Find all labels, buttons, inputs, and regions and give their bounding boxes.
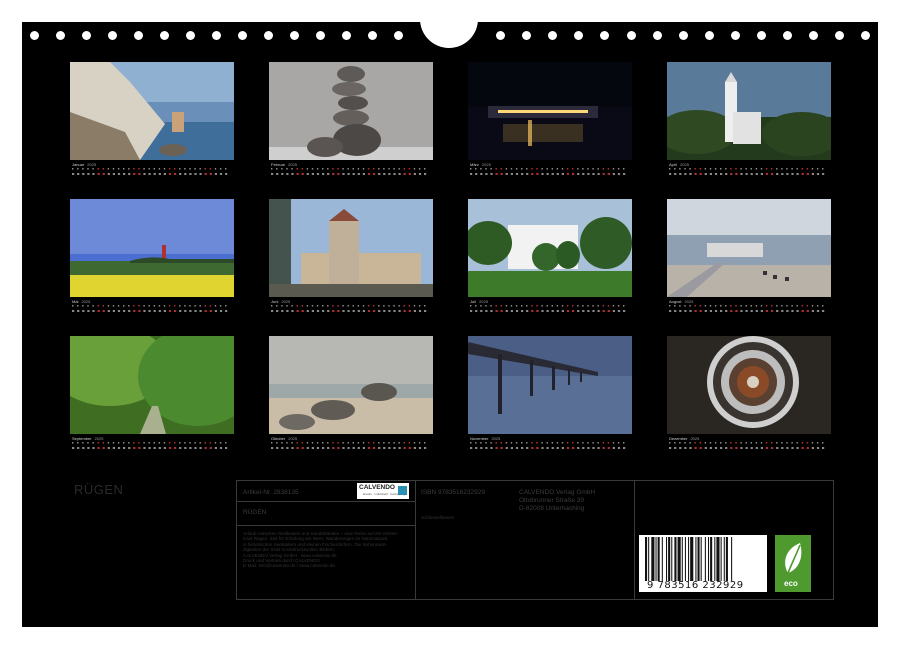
binding-hole [757,31,766,40]
month-panel: Oktober 2025 [269,336,433,454]
binding-hole [186,31,195,40]
binding-hole [704,31,714,40]
month-label: Oktober 2025 [271,436,298,441]
day-strip [470,305,632,315]
month-label: August 2025 [669,299,694,304]
binding-hole [342,31,351,40]
day-strip [669,305,831,315]
white-villa-photo [468,199,632,297]
isbn-barcode: 9 783516 232929 [639,535,767,592]
binding-hole [368,31,377,40]
binding-hole [652,31,662,40]
pier-beach-photo [667,199,831,297]
month-panel: November 2025 [468,336,632,454]
description-text: Urlaub zwischen Steilküsten und Sandsträ… [243,531,399,569]
day-strip [271,168,433,178]
binding-hole [600,31,610,40]
hanger-notch [420,14,478,48]
month-panel: Juli 2025 [468,199,632,317]
day-strip [470,168,632,178]
binding-hole [574,31,584,40]
chalk-cliffs-photo [70,62,234,160]
binding-hole [678,31,688,40]
month-label: November 2025 [470,436,501,441]
green-alley-photo [70,336,234,434]
calendar-title: RÜGEN [74,482,124,497]
binding-hole [626,31,636,40]
eco-leaf-icon: eco [775,535,811,592]
month-label: Januar 2025 [72,162,97,167]
binding-hole [809,31,819,40]
binding-hole [783,31,793,40]
month-label: April 2025 [669,162,689,167]
binding-hole [316,31,325,40]
hotel-building-photo [269,199,433,297]
month-label: Juli 2025 [470,299,488,304]
publisher-address: CALVENDO Verlag GmbH Ottobrunner Straße 3… [519,489,596,512]
day-strip [271,442,433,452]
binding-hole [82,31,91,40]
month-panel: Februar 2025 [269,62,433,180]
binding-hole [730,31,740,40]
day-strip [72,442,234,452]
rapeseed-field-photo [70,199,234,297]
month-panel: März 2025 [468,62,632,180]
binding-hole [835,31,845,40]
day-strip [470,442,632,452]
binding-hole [108,31,117,40]
binding-hole [522,31,532,40]
day-strip [72,168,234,178]
month-panel: April 2025 [667,62,831,180]
white-castle-photo [667,62,831,160]
month-label: Juni 2025 [271,299,291,304]
binding-hole [238,31,247,40]
day-strip [271,305,433,315]
binding-hole [212,31,221,40]
binding-hole [264,31,273,40]
foggy-beach-photo [269,336,433,434]
long-pier-photo [468,336,632,434]
month-panel: Mai 2025 [70,199,234,317]
day-strip [72,305,234,315]
day-strip [669,168,831,178]
month-panel: August 2025 [667,199,831,317]
calendar-back-cover: Januar 2025 Februar 2025 März 2025 April 2025 Ma… [22,14,878,627]
info-title: RÜGEN [243,509,267,516]
stone-stack-photo [269,62,433,160]
binding-hole [134,31,143,40]
month-label: März 2025 [470,162,491,167]
tag-label: Schlüsselfassen [421,515,455,520]
binding-hole [548,31,558,40]
calvendo-logo: CALVENDO kreativ · individuell · hochwer… [357,483,409,499]
isbn: ISBN 9783516232929 [421,489,485,496]
binding-hole [394,31,403,40]
day-strip [669,442,831,452]
binding-hole [496,31,505,40]
month-label: Mai 2025 [72,299,91,304]
spiral-staircase-photo [667,336,831,434]
binding-hole [30,31,39,40]
product-info-box: Artikel-Nr. 2838135 CALVENDO kreativ · i… [236,480,834,600]
month-label: Dezember 2025 [669,436,700,441]
night-harbor-photo [468,62,632,160]
binding-hole [290,31,299,40]
month-label: Februar 2025 [271,162,297,167]
month-panel: September 2025 [70,336,234,454]
binding-hole [861,31,871,40]
binding-hole [56,31,65,40]
article-number: Artikel-Nr. 2838135 [243,489,299,496]
month-panel: Juni 2025 [269,199,433,317]
month-panel: Januar 2025 [70,62,234,180]
month-panel: Dezember 2025 [667,336,831,454]
binding-hole [160,31,169,40]
month-label: September 2025 [72,436,104,441]
